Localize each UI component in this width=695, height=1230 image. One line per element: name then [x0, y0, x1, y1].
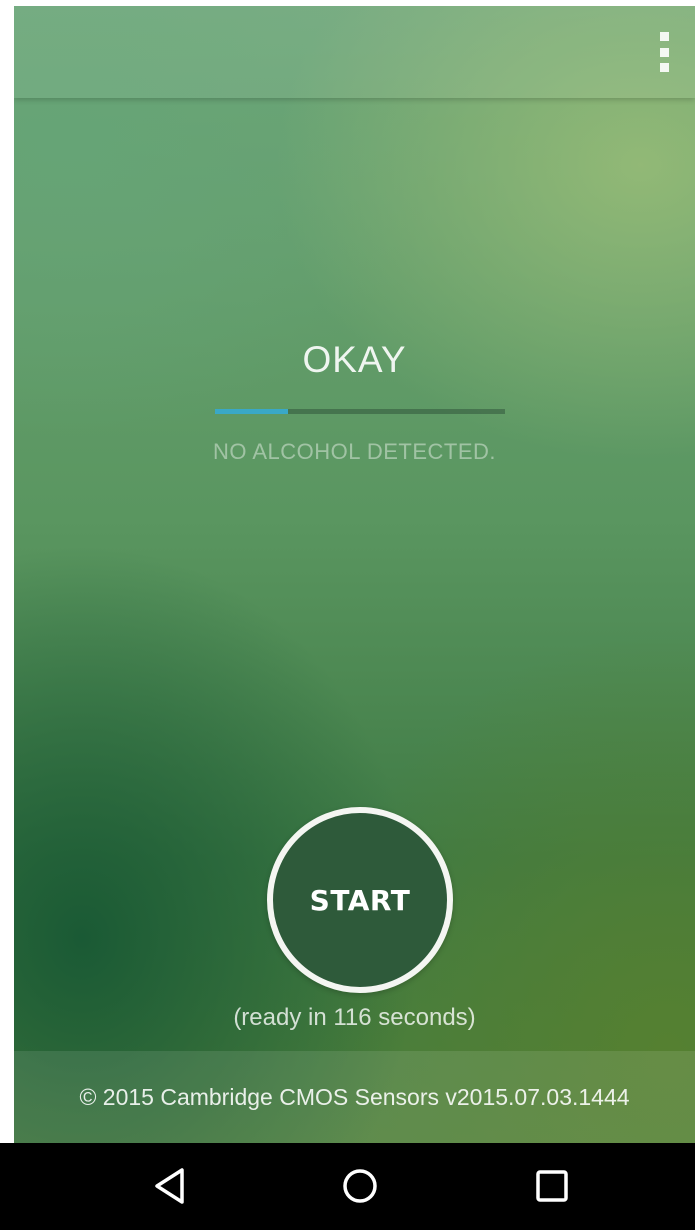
menu-dot: [659, 47, 669, 57]
footer: © 2015 Cambridge CMOS Sensors v2015.07.0…: [14, 1051, 695, 1143]
back-triangle-icon[interactable]: [149, 1164, 193, 1208]
alcohol-level-fill: [215, 409, 288, 414]
ready-countdown: (ready in 116 seconds): [233, 1004, 476, 1031]
home-circle-icon[interactable]: [338, 1164, 382, 1208]
alcohol-level-bar: [215, 409, 505, 414]
start-button-label: START: [309, 883, 411, 917]
system-navigation-bar: [0, 1143, 695, 1230]
copyright-text: © 2015 Cambridge CMOS Sensors v2015.07.0…: [79, 1083, 630, 1110]
app-bar: [14, 6, 695, 98]
recents-square-icon[interactable]: [530, 1164, 574, 1208]
status-label: OKAY: [302, 339, 407, 380]
overflow-menu-icon[interactable]: [656, 32, 672, 72]
menu-dot: [659, 63, 669, 72]
start-button[interactable]: START: [267, 807, 453, 993]
menu-dot: [659, 32, 669, 41]
app-background: OKAY NO ALCOHOL DETECTED. START (ready i…: [14, 6, 695, 1143]
screen: OKAY NO ALCOHOL DETECTED. START (ready i…: [0, 0, 695, 1230]
status-detail: NO ALCOHOL DETECTED.: [212, 439, 496, 464]
